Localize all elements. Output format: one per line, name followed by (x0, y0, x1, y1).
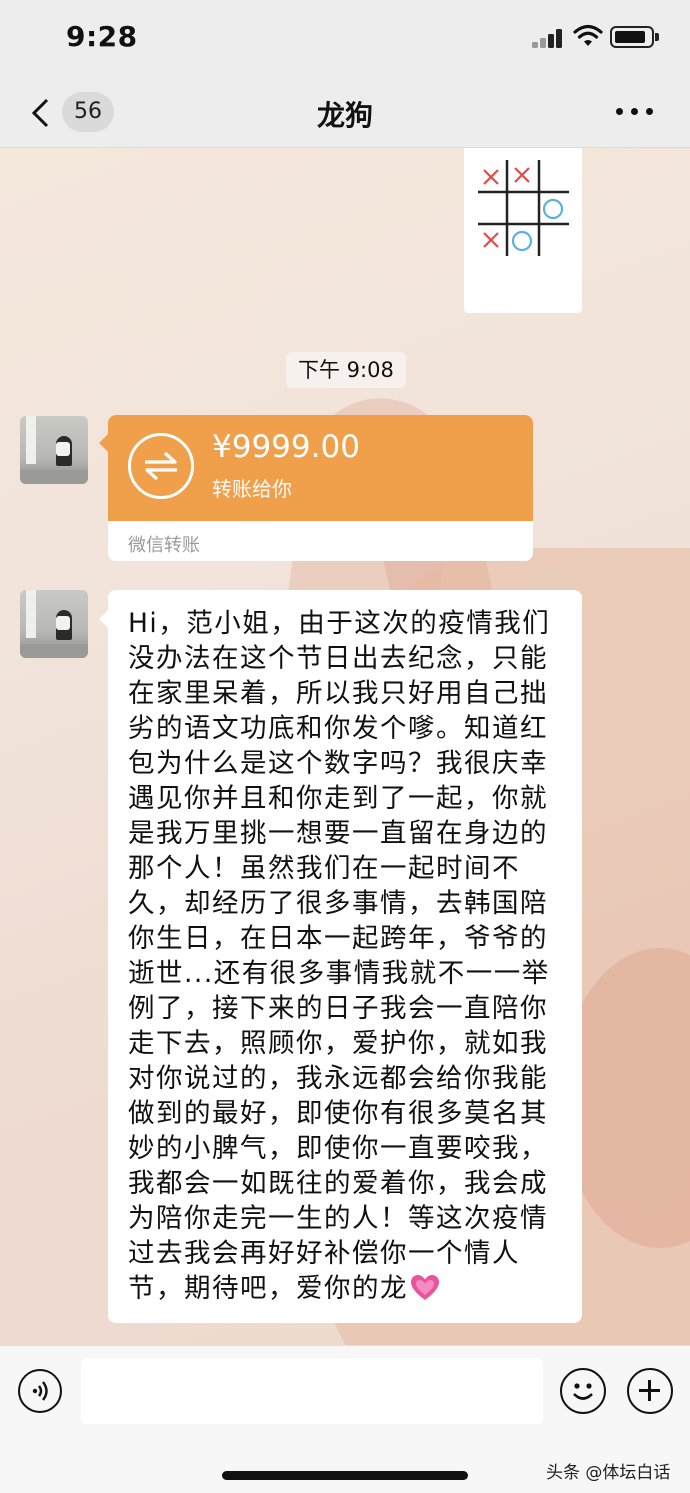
text-message-bubble[interactable]: Hi，范小姐，由于这次的疫情我们没办法在这个节日出去纪念，只能在家里呆着，所以我… (108, 590, 582, 1323)
contact-avatar[interactable] (20, 416, 88, 484)
status-time: 9:28 (66, 20, 138, 53)
transfer-label: 转账给你 (212, 477, 292, 501)
message-text: Hi，范小姐，由于这次的疫情我们没办法在这个节日出去纪念，只能在家里呆着，所以我… (128, 606, 562, 1306)
emoji-button[interactable] (560, 1368, 606, 1414)
image-message-tic-tac-toe[interactable] (464, 148, 582, 313)
more-options-button[interactable] (616, 104, 658, 120)
pink-heart-icon (411, 1275, 439, 1300)
voice-input-button[interactable] (18, 1369, 62, 1413)
battery-icon (610, 26, 659, 48)
tic-tac-toe-image (478, 160, 569, 256)
contact-avatar[interactable] (20, 590, 88, 658)
voice-icon (32, 1381, 48, 1401)
wifi-icon (573, 24, 603, 46)
transfer-message[interactable]: ¥9999.00 转账给你 微信转账 (108, 415, 533, 561)
watermark-text: 头条 @体坛白话 (546, 1463, 671, 1483)
chat-title: 龙狗 (316, 99, 373, 132)
more-functions-button[interactable] (627, 1368, 673, 1414)
transfer-icon (128, 433, 194, 499)
input-bar: 头条 @体坛白话 (0, 1345, 690, 1493)
status-bar: 9:28 (0, 0, 690, 80)
bubble-tail (99, 434, 108, 452)
transfer-amount: ¥9999.00 (212, 429, 360, 465)
bubble-tail (99, 610, 108, 628)
message-text-content: Hi，范小姐，由于这次的疫情我们没办法在这个节日出去纪念，只能在家里呆着，所以我… (128, 608, 551, 1304)
home-indicator[interactable] (222, 1471, 468, 1480)
message-input[interactable] (81, 1358, 543, 1424)
message-timestamp: 下午 9:08 (286, 352, 406, 388)
transfer-footer: 微信转账 (128, 535, 200, 556)
signal-icon (532, 28, 564, 48)
smiley-icon (573, 1383, 593, 1400)
chat-header: 56 龙狗 (0, 80, 690, 148)
